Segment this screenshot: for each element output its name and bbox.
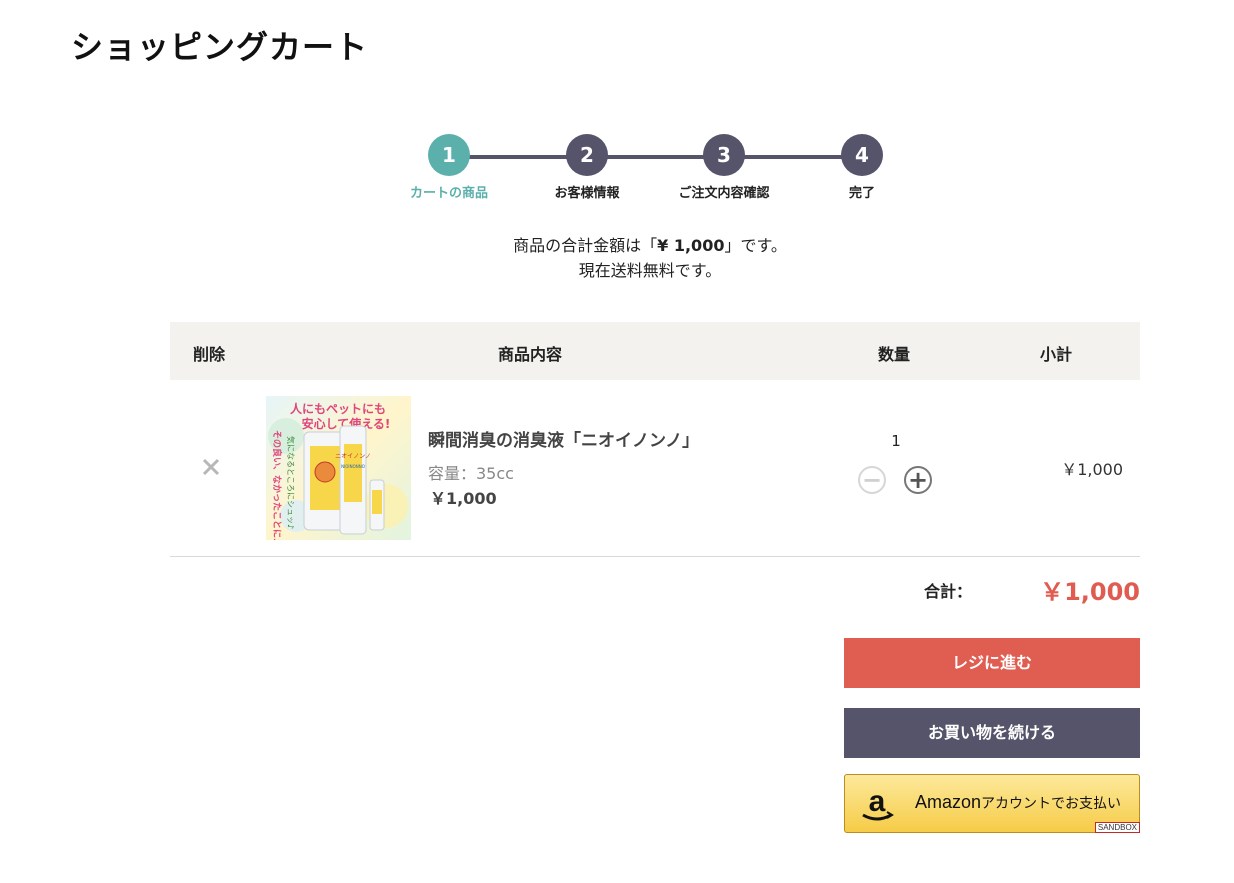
- cart-item-row: 人にもペットにも 安心して使える! 気になるところにシュッ♪ その良い、なかった…: [170, 380, 1140, 557]
- minus-icon: −: [861, 466, 883, 494]
- amazon-logo-icon: a: [862, 785, 894, 821]
- plus-icon: +: [907, 466, 929, 494]
- remove-item-button[interactable]: [200, 456, 222, 478]
- product-image-bottle-brand: NIOINONNO: [341, 464, 365, 469]
- amazon-pay-button[interactable]: a Amazonアカウントでお支払い SANDBOX: [844, 774, 1140, 833]
- summary-amount: ¥ 1,000: [657, 236, 725, 255]
- header-remove: 削除: [193, 345, 226, 364]
- summary-suffix: 」です。: [724, 236, 787, 255]
- product-price: ￥1,000: [430, 489, 497, 508]
- step-number: 4: [841, 134, 883, 176]
- amazon-pay-label: Amazonアカウントでお支払い: [915, 792, 1121, 813]
- checkout-steps: 1 カートの商品 2 お客様情報 3 ご注文内容確認 4 完了: [380, 134, 930, 204]
- close-icon: [202, 458, 220, 476]
- summary-total-line: 商品の合計金額は「¥ 1,000」です。: [370, 233, 930, 258]
- summary-prefix: 商品の合計金額は「: [513, 236, 658, 255]
- amazon-pay-label-main: Amazon: [915, 792, 982, 812]
- sandbox-badge: SANDBOX: [1094, 822, 1140, 833]
- product-capacity: 容量：35cc: [428, 464, 514, 483]
- header-quantity: 数量: [878, 345, 911, 364]
- amazon-pay-label-rest: アカウントでお支払い: [981, 795, 1122, 811]
- header-product: 商品内容: [498, 345, 563, 364]
- step-label: ご注文内容確認: [678, 186, 770, 201]
- total-value: ￥1,000: [1040, 578, 1140, 606]
- step-number: 3: [703, 134, 745, 176]
- quantity-increase-button[interactable]: +: [904, 466, 932, 494]
- step-label: 完了: [848, 186, 875, 201]
- step-number: 2: [566, 134, 608, 176]
- svg-text:a: a: [869, 785, 886, 818]
- shipping-note: 現在送料無料です。: [578, 261, 722, 280]
- product-image[interactable]: 人にもペットにも 安心して使える! 気になるところにシュッ♪ その良い、なかった…: [266, 396, 411, 540]
- checkout-button[interactable]: レジに進む: [844, 638, 1140, 688]
- step-number: 1: [428, 134, 470, 176]
- quantity-value: 1: [891, 432, 901, 450]
- step-customer-info: 2 お客様情報: [518, 134, 656, 201]
- step-complete: 4 完了: [793, 134, 931, 201]
- header-subtotal: 小計: [1040, 345, 1073, 364]
- product-image-bottle-label: ニオイノンノ: [335, 453, 371, 460]
- cart-table-header: 削除 商品内容 数量 小計: [170, 322, 1140, 380]
- total-label: 合計：: [924, 582, 973, 601]
- quantity-decrease-button[interactable]: −: [858, 466, 886, 494]
- page-title: ショッピングカート: [71, 28, 369, 66]
- product-name[interactable]: 瞬間消臭の消臭液「ニオイノンノ」: [428, 426, 699, 451]
- row-subtotal: ￥1,000: [1061, 460, 1123, 479]
- step-label: カートの商品: [409, 186, 488, 201]
- continue-shopping-button[interactable]: お買い物を続ける: [844, 708, 1140, 758]
- product-image-side-text: 気になるところにシュッ♪: [286, 436, 296, 529]
- step-order-confirm: 3 ご注文内容確認: [655, 134, 793, 201]
- cart-summary: 商品の合計金額は「¥ 1,000」です。 現在送料無料です。: [370, 233, 930, 283]
- product-image-banner-1: 人にもペットにも: [290, 401, 386, 416]
- step-cart: 1 カートの商品: [380, 134, 518, 201]
- step-label: お客様情報: [554, 186, 620, 201]
- product-image-side-text-2: その良い、なかったことに♪: [271, 430, 283, 540]
